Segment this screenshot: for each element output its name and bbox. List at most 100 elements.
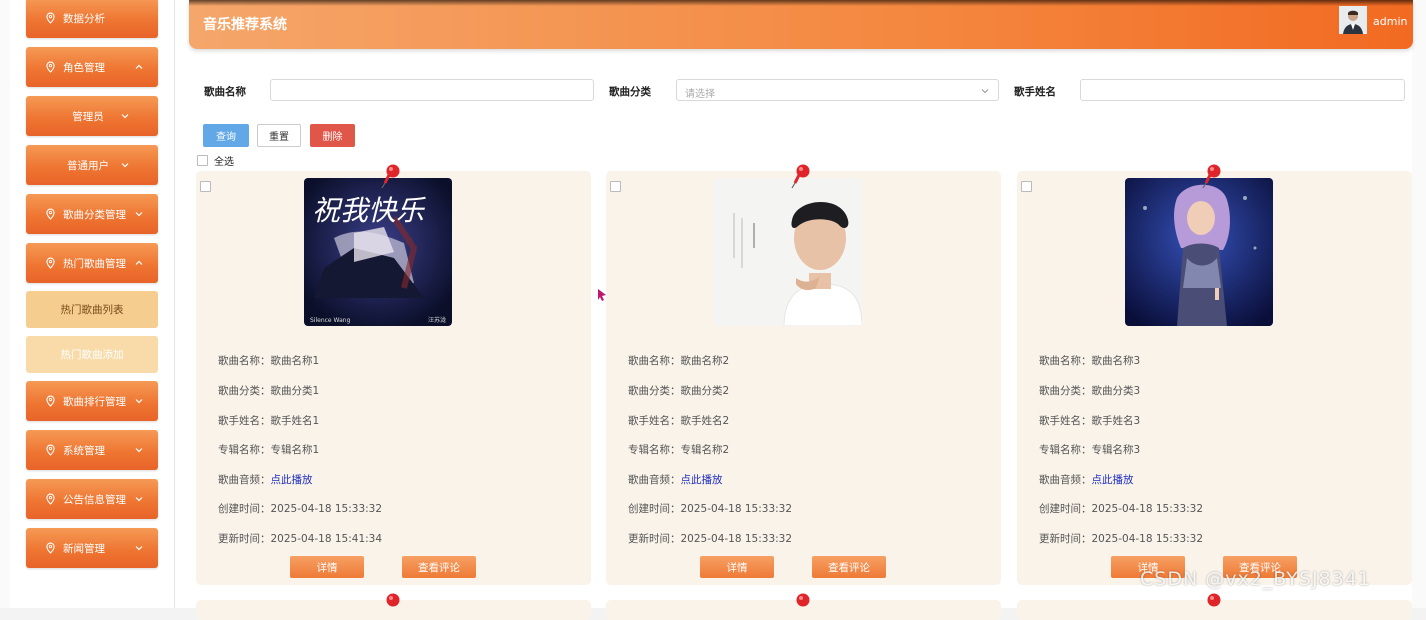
sidebar-item-administrator[interactable]: 管理员 — [26, 96, 158, 136]
play-audio-link[interactable]: 点此播放 — [271, 474, 313, 486]
select-all-label: 全选 — [214, 157, 234, 168]
sidebar-item-role-management[interactable]: 角色管理 — [26, 47, 158, 87]
detail-button[interactable]: 详情 — [700, 556, 774, 578]
location-pin-icon — [46, 61, 55, 73]
created-time-row: 创建时间：2025-04-18 15:33:32 — [628, 503, 793, 515]
song-card-checkbox[interactable] — [200, 181, 211, 192]
play-audio-link[interactable]: 点此播放 — [1092, 474, 1134, 486]
song-card: 歌曲名称：歌曲名称3 歌曲分类：歌曲分类3 歌手姓名：歌手姓名3 专辑名称：专辑… — [1017, 164, 1412, 585]
select-all-checkbox[interactable] — [197, 155, 208, 166]
chevron-down-icon — [135, 399, 143, 404]
delete-button[interactable]: 删除 — [310, 124, 355, 147]
query-button[interactable]: 查询 — [203, 124, 249, 147]
push-pin-icon — [1202, 164, 1221, 189]
sidebar-item-label: 公告信息管理 — [63, 493, 126, 506]
play-audio-link[interactable]: 点此播放 — [681, 474, 723, 486]
updated-time-row: 更新时间：2025-04-18 15:33:32 — [628, 533, 793, 545]
location-pin-icon — [46, 395, 55, 407]
chevron-up-icon — [135, 64, 143, 69]
sidebar-item-news-management[interactable]: 新闻管理 — [26, 528, 158, 568]
view-comments-button[interactable]: 查看评论 — [812, 556, 886, 578]
song-card-partial — [606, 593, 1001, 620]
detail-button[interactable]: 详情 — [290, 556, 364, 578]
album-cover-2 — [714, 178, 862, 326]
sidebar-item-hot-song-management[interactable]: 热门歌曲管理 — [26, 243, 158, 283]
cover-title-text: 祝我快乐 — [312, 194, 426, 227]
song-category-row: 歌曲分类：歌曲分类3 — [1039, 385, 1141, 397]
sidebar-item-song-ranking-management[interactable]: 歌曲排行管理 — [26, 381, 158, 421]
location-pin-icon — [46, 257, 55, 269]
reset-button[interactable]: 重置 — [257, 124, 301, 147]
sidebar-item-hot-song-list[interactable]: 热门歌曲列表 — [26, 291, 158, 328]
sidebar-item-label: 角色管理 — [63, 61, 105, 74]
avatar[interactable] — [1339, 6, 1367, 34]
sidebar-item-data-analysis[interactable]: 数据分析 — [26, 0, 158, 38]
user-avatar-icon — [1339, 6, 1367, 34]
push-pin-icon — [386, 593, 400, 607]
watermark: CSDN @vx2_BYSJ8341 — [1140, 568, 1371, 590]
album-row: 专辑名称：专辑名称2 — [628, 444, 730, 456]
song-card-checkbox[interactable] — [1021, 181, 1032, 192]
song-category-row: 歌曲分类：歌曲分类2 — [628, 385, 730, 397]
song-name-row: 歌曲名称：歌曲名称3 — [1039, 355, 1141, 367]
chevron-down-icon — [135, 212, 143, 217]
singer-name-label: 歌手姓名 — [1014, 86, 1056, 98]
sidebar-item-system-management[interactable]: 系统管理 — [26, 430, 158, 470]
location-pin-icon — [46, 208, 55, 220]
sidebar-item-label: 歌曲排行管理 — [63, 395, 126, 408]
category-select-placeholder: 请选择 — [685, 89, 715, 100]
sidebar-item-song-category-management[interactable]: 歌曲分类管理 — [26, 194, 158, 234]
created-time-row: 创建时间：2025-04-18 15:33:32 — [1039, 503, 1204, 515]
singer-name-input[interactable] — [1080, 79, 1405, 101]
chevron-down-icon — [121, 163, 129, 168]
song-name-label: 歌曲名称 — [204, 86, 246, 98]
location-pin-icon — [46, 12, 55, 24]
sidebar-item-label: 普通用户 — [67, 159, 109, 172]
location-pin-icon — [46, 542, 55, 554]
singer-row: 歌手姓名：歌手姓名1 — [218, 415, 320, 427]
location-pin-icon — [46, 444, 55, 456]
mouse-cursor-icon — [598, 289, 606, 301]
created-time-row: 创建时间：2025-04-18 15:33:32 — [218, 503, 383, 515]
singer-row: 歌手姓名：歌手姓名3 — [1039, 415, 1141, 427]
audio-row: 歌曲音频：点此播放 — [1039, 474, 1134, 486]
chevron-down-icon — [981, 89, 989, 94]
select-all[interactable]: 全选 — [197, 153, 234, 168]
song-cover[interactable] — [1125, 178, 1273, 326]
sidebar-item-announcement-management[interactable]: 公告信息管理 — [26, 479, 158, 519]
category-select[interactable]: 请选择 — [676, 79, 999, 101]
sidebar-item-hot-song-add[interactable]: 热门歌曲添加 — [26, 336, 158, 373]
outer-window-edge-right — [1411, 0, 1426, 608]
album-cover-3 — [1125, 178, 1273, 326]
sidebar-item-label: 数据分析 — [63, 12, 105, 25]
updated-time-row: 更新时间：2025-04-18 15:41:34 — [218, 533, 383, 545]
sidebar: 数据分析 角色管理 管理员 普通用户 歌曲分类管理 热门歌曲管理 热门歌曲列表 … — [10, 0, 175, 608]
username[interactable]: admin — [1373, 15, 1407, 28]
push-pin-icon — [796, 593, 810, 607]
song-cover[interactable] — [714, 178, 862, 326]
push-pin-icon — [791, 164, 810, 189]
push-pin-icon — [381, 164, 400, 189]
header-shadow — [189, 0, 1413, 6]
sidebar-item-label: 歌曲分类管理 — [63, 208, 126, 221]
cover-caption-left: Silence Wang — [310, 317, 351, 324]
view-comments-button[interactable]: 查看评论 — [402, 556, 476, 578]
top-header: 音乐推荐系统 admin — [189, 0, 1413, 49]
song-name-input[interactable] — [270, 79, 594, 101]
album-cover-1: 祝我快乐 Silence Wang 汪苏泷 — [304, 178, 452, 326]
sidebar-item-label: 热门歌曲添加 — [60, 349, 124, 361]
chevron-down-icon — [121, 114, 129, 119]
app-title: 音乐推荐系统 — [203, 17, 287, 33]
singer-row: 歌手姓名：歌手姓名2 — [628, 415, 730, 427]
song-card-partial — [1017, 593, 1412, 620]
chevron-down-icon — [135, 448, 143, 453]
song-card-checkbox[interactable] — [610, 181, 621, 192]
song-category-row: 歌曲分类：歌曲分类1 — [218, 385, 320, 397]
sidebar-item-label: 热门歌曲管理 — [63, 257, 126, 270]
chevron-down-icon — [135, 546, 143, 551]
sidebar-item-normal-user[interactable]: 普通用户 — [26, 145, 158, 185]
main-content: 音乐推荐系统 admin 歌曲名称 歌曲分类 请选择 歌手姓名 查询 重置 删除… — [175, 0, 1413, 620]
push-pin-icon — [1207, 593, 1221, 607]
song-card: 歌曲名称：歌曲名称2 歌曲分类：歌曲分类2 歌手姓名：歌手姓名2 专辑名称：专辑… — [606, 164, 1001, 585]
song-cover[interactable]: 祝我快乐 Silence Wang 汪苏泷 — [304, 178, 452, 326]
